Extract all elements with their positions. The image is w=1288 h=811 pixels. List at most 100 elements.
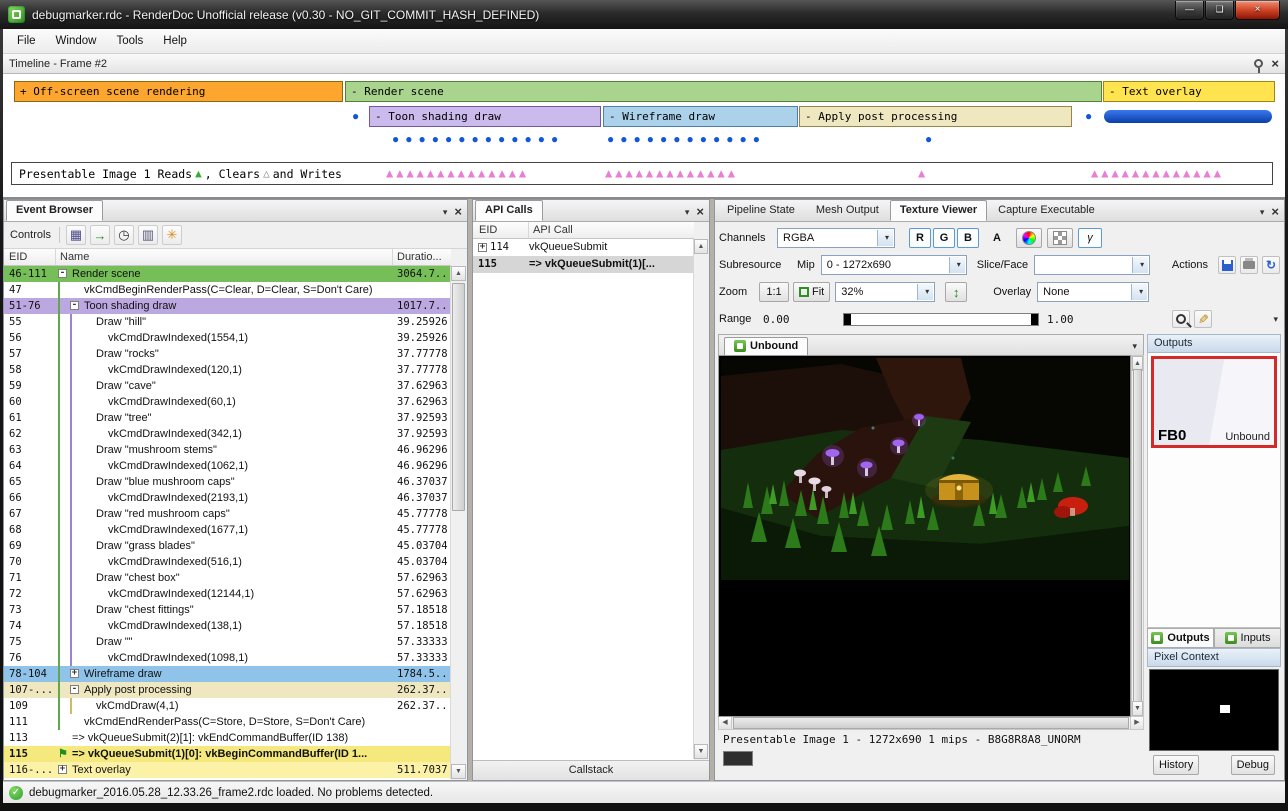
col-duration[interactable]: Duratio... [393, 249, 451, 265]
event-row[interactable]: 111vkCmdEndRenderPass(C=Store, D=Store, … [4, 714, 451, 730]
tab-outputs[interactable]: Outputs [1147, 628, 1214, 648]
timeline-marker[interactable]: - Apply post processing [799, 106, 1072, 127]
timeline-marker[interactable]: - Toon shading draw [369, 106, 601, 127]
texture-image[interactable] [718, 355, 1131, 717]
range-overflow-icon[interactable] [1273, 313, 1278, 325]
expander-icon[interactable]: - [58, 269, 67, 278]
api-row[interactable]: 115=> vkQueueSubmit(1)[... [473, 256, 694, 273]
event-row[interactable]: 73Draw "chest fittings"57.18518 [4, 602, 451, 618]
api-close-icon[interactable] [696, 204, 704, 219]
expander-icon[interactable]: - [70, 685, 79, 694]
fb0-thumbnail[interactable]: FB0 Unbound [1151, 356, 1277, 448]
scroll-up-icon[interactable] [694, 239, 708, 254]
alpha-background-button[interactable] [1047, 228, 1073, 248]
flip-y-button[interactable]: ↕ [945, 282, 967, 302]
col-api-call[interactable]: API Call [529, 222, 694, 238]
texture-hscrollbar[interactable]: ◀ ▶ [718, 717, 1144, 730]
statistics-icon[interactable]: ▥ [138, 225, 158, 245]
save-icon[interactable] [1218, 256, 1236, 274]
tab-mesh-output[interactable]: Mesh Output [806, 200, 889, 221]
pin-icon[interactable] [1254, 59, 1263, 68]
event-row[interactable]: 66vkCmdDrawIndexed(2193,1)46.37037 [4, 490, 451, 506]
event-row[interactable]: 70vkCmdDrawIndexed(516,1)45.03704 [4, 554, 451, 570]
expander-icon[interactable]: + [70, 669, 79, 678]
event-row[interactable]: 51-76-Toon shading draw1017.7... [4, 298, 451, 314]
event-row[interactable]: 61Draw "tree"37.92593 [4, 410, 451, 426]
tab-capture-executable[interactable]: Capture Executable [988, 200, 1105, 221]
scroll-down-icon[interactable] [1132, 701, 1143, 716]
slice-face-select[interactable] [1034, 255, 1150, 275]
draw-marker-dots[interactable]: ●●●●●●●●●●●● [607, 132, 766, 146]
autofit-wand-icon[interactable]: ✎ [1194, 310, 1212, 328]
white-point-handle[interactable] [1031, 314, 1038, 325]
color-wheel-button[interactable] [1016, 228, 1042, 248]
usage-write-triangles[interactable]: ▲▲▲▲▲▲▲▲▲▲▲▲▲ [605, 166, 738, 180]
right-close-icon[interactable] [1271, 204, 1279, 219]
mip-select[interactable]: 0 - 1272x690 [821, 255, 967, 275]
event-row[interactable]: 107-...-Apply post processing262.37... [4, 682, 451, 698]
scroll-down-icon[interactable] [451, 764, 466, 779]
texture-tab-list-icon[interactable] [1132, 340, 1137, 352]
texture-tab-unbound[interactable]: Unbound [724, 337, 808, 355]
event-row[interactable]: 46-111-Render scene3064.7... [4, 266, 451, 282]
menu-window[interactable]: Window [46, 31, 107, 51]
print-icon[interactable] [1240, 256, 1258, 274]
expander-icon[interactable]: + [478, 243, 487, 252]
overlay-select[interactable]: None [1037, 282, 1149, 302]
usage-write-triangles[interactable]: ▲▲▲▲▲▲▲▲▲▲▲▲▲▲ [386, 166, 529, 180]
channels-select[interactable]: RGBA [777, 228, 895, 248]
event-row[interactable]: 115⚑=> vkQueueSubmit(1)[0]: vkBeginComma… [4, 746, 451, 762]
timeline-marker[interactable]: - Wireframe draw [603, 106, 798, 127]
usage-write-triangles[interactable]: ▲▲▲▲▲▲▲▲▲▲▲▲▲ [1091, 166, 1224, 180]
close-button[interactable]: × [1235, 1, 1280, 20]
timeline-body[interactable]: Presentable Image 1 Reads ▲ , Clears △ a… [3, 74, 1285, 199]
draw-marker-dot[interactable]: ● [352, 110, 359, 122]
event-row[interactable]: 113=> vkQueueSubmit(2)[1]: vkEndCommandB… [4, 730, 451, 746]
event-row[interactable]: 58vkCmdDrawIndexed(120,1)37.77778 [4, 362, 451, 378]
tab-texture-viewer[interactable]: Texture Viewer [890, 200, 987, 221]
event-row[interactable]: 78-104+Wireframe draw1784.5... [4, 666, 451, 682]
event-row[interactable]: 63Draw "mushroom stems"46.96296 [4, 442, 451, 458]
draw-marker-dots[interactable]: ●●●●●●●●●●●●● [392, 132, 564, 146]
panel-menu-icon[interactable] [443, 206, 448, 218]
pixel-context-view[interactable] [1149, 669, 1279, 751]
zoom-level-select[interactable]: 32% [835, 282, 935, 302]
event-row[interactable]: 67Draw "red mushroom caps"45.77778 [4, 506, 451, 522]
blue-channel-button[interactable]: B [957, 228, 979, 248]
zoom-range-icon[interactable] [1172, 310, 1190, 328]
refresh-icon[interactable]: ↻ [1262, 256, 1280, 274]
texture-vscroll-thumb[interactable] [1133, 369, 1142, 703]
expander-icon[interactable]: - [70, 301, 79, 310]
history-button[interactable]: History [1153, 755, 1199, 775]
eb-column-headers[interactable]: EID Name Duratio... [4, 249, 451, 266]
time-durations-icon[interactable]: ◷ [114, 225, 134, 245]
debug-button[interactable]: Debug [1231, 755, 1275, 775]
api-row[interactable]: +114vkQueueSubmit [473, 239, 694, 256]
event-row[interactable]: 65Draw "blue mushroom caps"46.37037 [4, 474, 451, 490]
draw-marker-dots[interactable]: ● [925, 132, 938, 146]
green-channel-button[interactable]: G [933, 228, 955, 248]
black-point-handle[interactable] [844, 314, 851, 325]
gamma-button[interactable]: γ [1078, 228, 1102, 248]
scroll-right-icon[interactable]: ▶ [1130, 717, 1143, 729]
menu-help[interactable]: Help [153, 31, 197, 51]
title-bar[interactable]: debugmarker.rdc - RenderDoc Unofficial r… [0, 0, 1288, 29]
menu-file[interactable]: File [7, 31, 46, 51]
timeline-panel-header[interactable]: Timeline - Frame #2 [3, 54, 1285, 74]
event-row[interactable]: 57Draw "rocks"37.77778 [4, 346, 451, 362]
scroll-up-icon[interactable] [451, 266, 466, 281]
event-row[interactable]: 64vkCmdDrawIndexed(1062,1)46.96296 [4, 458, 451, 474]
callstack-section[interactable]: Callstack [473, 760, 709, 780]
red-channel-button[interactable]: R [909, 228, 931, 248]
tab-inputs[interactable]: Inputs [1214, 628, 1281, 648]
col-eid[interactable]: EID [4, 249, 56, 265]
panel-menu-icon[interactable] [685, 206, 690, 218]
event-row[interactable]: 69Draw "grass blades"45.03704 [4, 538, 451, 554]
minimize-button[interactable]: — [1175, 1, 1204, 20]
eb-scroll-thumb[interactable] [452, 283, 465, 511]
maximize-button[interactable]: ❏ [1205, 1, 1234, 20]
bookmark-icon[interactable]: ✳ [162, 225, 182, 245]
timeline-marker[interactable]: - Text overlay [1103, 81, 1275, 102]
find-icon[interactable]: ▦ [66, 225, 86, 245]
event-row[interactable]: 68vkCmdDrawIndexed(1677,1)45.77778 [4, 522, 451, 538]
